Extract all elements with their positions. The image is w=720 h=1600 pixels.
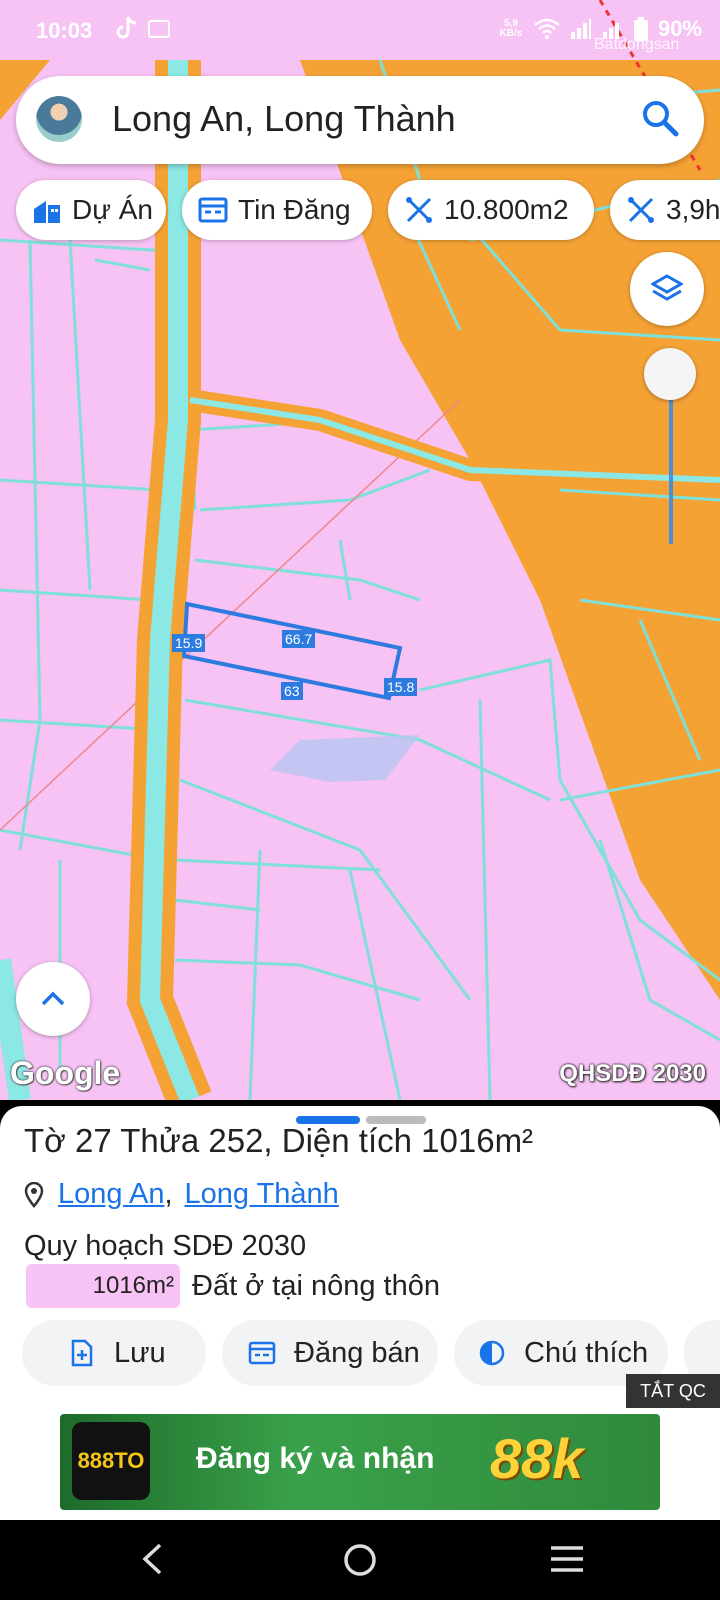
ad-text: Đăng ký và nhận — [196, 1442, 435, 1475]
ad-banner[interactable]: 888TO Đăng ký và nhận 88k — [60, 1414, 660, 1510]
menu-icon[interactable] — [550, 1544, 584, 1574]
calendar-icon — [148, 20, 170, 38]
plot-edge-label: 63 — [281, 682, 303, 700]
plan-name: Quy hoạch SDĐ 2030 — [24, 1230, 307, 1262]
opacity-slider-track[interactable] — [669, 380, 673, 544]
avatar[interactable] — [36, 96, 82, 142]
listing-icon — [198, 197, 228, 223]
save-button[interactable]: Lưu — [22, 1320, 206, 1386]
location-separator: , — [164, 1178, 173, 1210]
legend-label: Đất ở tại nông thôn — [192, 1270, 440, 1302]
wifi-icon — [534, 18, 560, 39]
map-canvas[interactable] — [0, 0, 720, 1100]
location-link-district[interactable]: Long Thành — [185, 1178, 339, 1211]
google-logo: Google — [10, 1055, 121, 1091]
search-input[interactable]: Long An, Long Thành — [112, 98, 456, 140]
chevron-up-icon — [41, 991, 65, 1006]
search-icon[interactable] — [640, 98, 680, 138]
chip-label: 10.800m2 — [444, 194, 569, 225]
map-view[interactable]: 66.7 15.9 63 15.8 Batdongsan Google QHSD… — [0, 0, 720, 1100]
layers-button[interactable] — [630, 252, 704, 326]
building-icon — [34, 201, 60, 223]
layers-icon — [651, 274, 683, 301]
layer-label: QHSDĐ 2030 — [559, 1060, 706, 1087]
plot-edge-label: 66.7 — [282, 630, 316, 648]
contrast-icon — [479, 1340, 505, 1366]
tiktok-icon — [116, 16, 138, 40]
net-speed: 5,9 KB/s — [499, 18, 523, 39]
chip-label: Tin Đăng — [238, 194, 351, 225]
chip-area-2[interactable]: 3,9h — [610, 180, 720, 240]
post-sale-label: Đăng bán — [294, 1336, 420, 1369]
post-sale-button[interactable]: Đăng bán — [222, 1320, 438, 1386]
chip-du-an[interactable]: Dự Án — [16, 180, 166, 240]
home-icon[interactable] — [342, 1542, 378, 1578]
battery-icon — [633, 17, 648, 41]
chip-label: 3,9h — [666, 194, 720, 225]
measure-icon — [628, 197, 654, 223]
plot-info-sheet[interactable]: Tờ 27 Thửa 252, Diện tích 1016m² Long An… — [0, 1106, 720, 1408]
status-icons: 5,9 KB/s 90% — [498, 16, 702, 42]
listing-icon — [248, 1341, 276, 1365]
chip-area[interactable]: 10.800m2 — [388, 180, 594, 240]
plot-edge-label: 15.8 — [384, 678, 418, 696]
opacity-slider-thumb[interactable] — [644, 348, 696, 400]
measure-icon — [406, 197, 432, 223]
system-nav-bar — [0, 1520, 720, 1600]
save-label: Lưu — [114, 1336, 166, 1369]
ad-logo: 888TO — [72, 1422, 150, 1500]
file-add-icon — [71, 1339, 93, 1367]
plot-edge-label: 15.9 — [172, 634, 206, 652]
status-bar: 10:03 5,9 KB/s 90% — [0, 0, 720, 60]
location-pin-icon — [24, 1181, 44, 1208]
close-ad-button[interactable]: TẮT QC — [626, 1374, 720, 1408]
ad-amount: 88k — [490, 1427, 584, 1490]
signal-icon — [570, 19, 591, 39]
chip-label: Dự Án — [72, 194, 153, 225]
chip-tin-dang[interactable]: Tin Đăng — [182, 180, 372, 240]
legend-swatch: 1016m² — [26, 1264, 180, 1308]
plot-location: Long An , Long Thành — [24, 1178, 339, 1211]
search-bar[interactable]: Long An, Long Thành — [16, 76, 704, 164]
legend-button-label: Chú thích — [524, 1336, 649, 1369]
plot-title: Tờ 27 Thửa 252, Diện tích 1016m² — [24, 1122, 534, 1159]
location-link-province[interactable]: Long An — [58, 1178, 164, 1211]
signal-icon-2 — [602, 23, 619, 39]
status-time: 10:03 — [36, 18, 93, 43]
ad-banner-area: 888TO Đăng ký và nhận 88k — [0, 1408, 720, 1520]
back-icon[interactable] — [140, 1542, 164, 1576]
battery-level: 90% — [657, 16, 702, 41]
expand-button[interactable] — [16, 962, 90, 1036]
